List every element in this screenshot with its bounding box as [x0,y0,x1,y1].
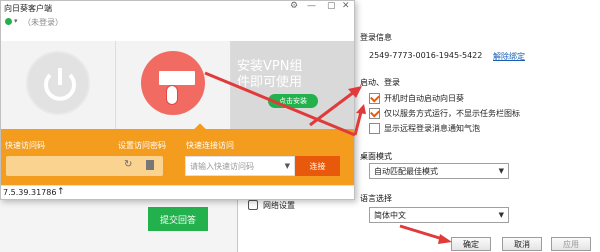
arrow-to-autostart [309,87,359,127]
arrowhead-service [356,104,366,114]
arrowhead-ok [438,234,452,244]
arrow-to-ok [399,224,447,242]
annotation-arrows [204,71,452,244]
arrow-to-options [204,71,356,137]
